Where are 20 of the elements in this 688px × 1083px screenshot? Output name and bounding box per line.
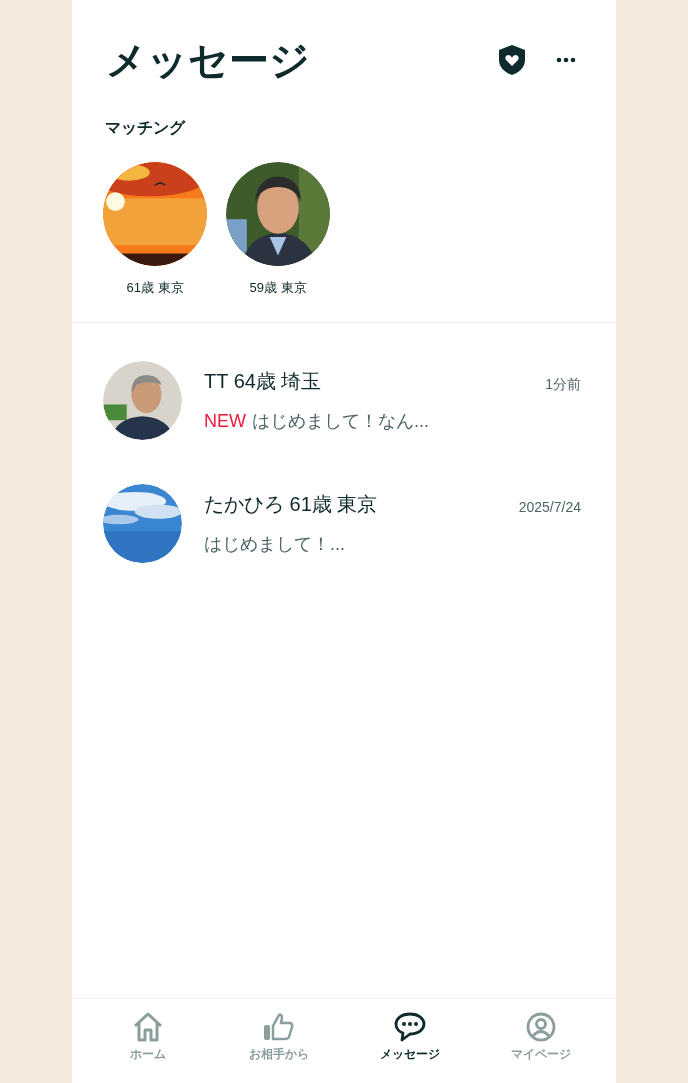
tab-bar-item[interactable]: メッセージ	[354, 1011, 465, 1063]
user-icon	[524, 1011, 557, 1043]
page-title: メッセージ	[106, 37, 310, 84]
profile-caption: 59歳 東京	[249, 279, 307, 297]
home-icon	[131, 1011, 164, 1043]
sender-name: たかひろ 61歳 東京	[204, 491, 378, 517]
message-row[interactable]: たかひろ 61歳 東京 2025/7/24 はじめまして！...	[103, 483, 581, 563]
message-time: 2025/7/24	[518, 498, 581, 517]
section-title: マッチング	[104, 118, 187, 138]
profile-caption: 61歳 東京	[126, 279, 184, 297]
new-label: NEW	[204, 409, 246, 433]
shield-heart-icon[interactable]	[498, 44, 526, 76]
message-preview: はじめまして！なん...	[252, 409, 429, 433]
sender-name: TT 64歳 埼玉	[204, 368, 322, 394]
message-preview: はじめまして！...	[204, 532, 345, 556]
chat-bubble-icon	[392, 1011, 427, 1043]
thumbs-up-icon	[262, 1011, 295, 1043]
message-row[interactable]: TT 64歳 埼玉 1分前 NEW はじめまして！なん...	[103, 360, 581, 440]
message-time: 1分前	[545, 375, 581, 394]
more-icon[interactable]	[556, 57, 576, 63]
